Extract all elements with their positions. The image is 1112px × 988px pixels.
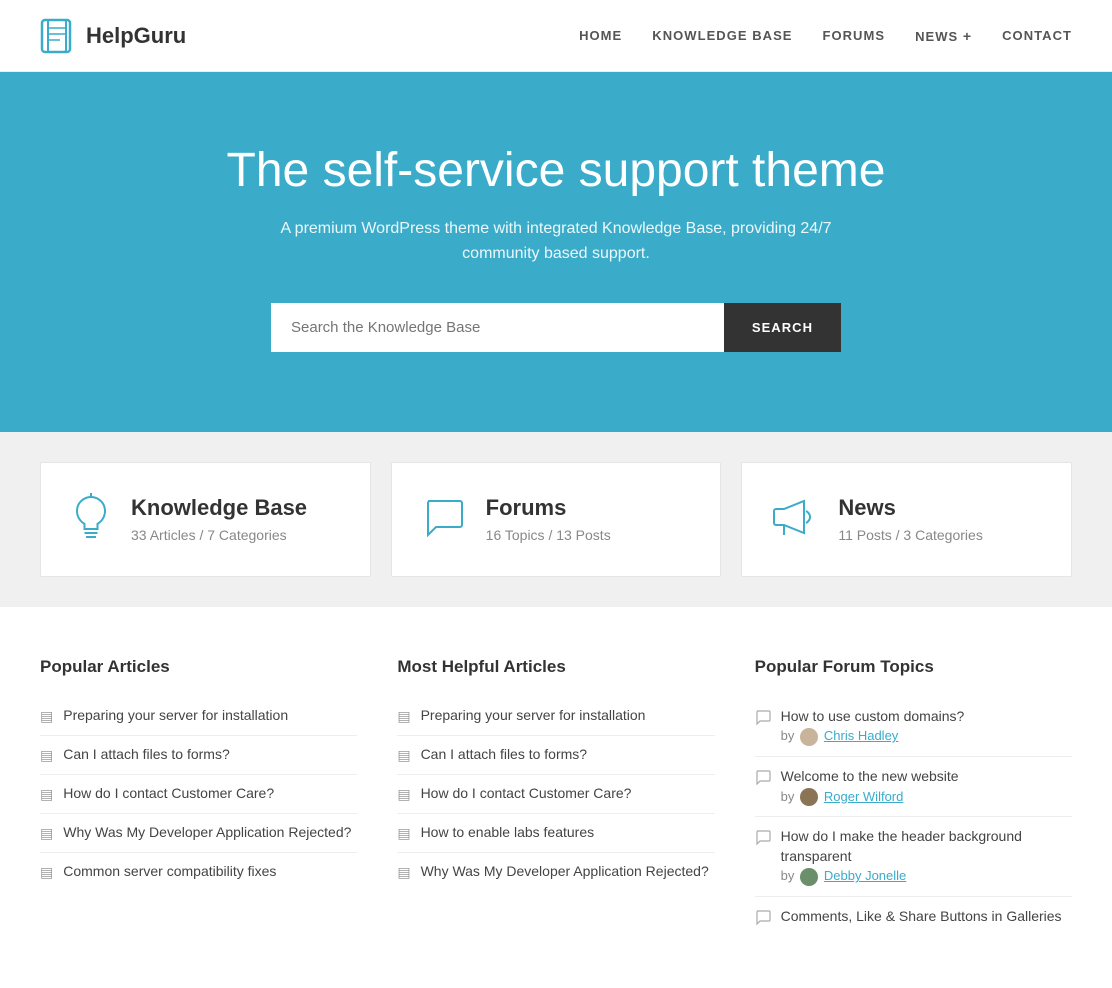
stat-title-knowledge: Knowledge Base <box>131 495 307 521</box>
nav-home[interactable]: HOME <box>579 28 622 43</box>
nav-news[interactable]: NEWS + <box>915 28 972 44</box>
popular-articles-list: ▤ Preparing your server for installation… <box>40 697 357 891</box>
list-item[interactable]: Welcome to the new website by Roger Wilf… <box>755 757 1072 817</box>
forum-topics-col: Popular Forum Topics How to use custom d… <box>755 657 1072 938</box>
list-item[interactable]: ▤ How do I contact Customer Care? <box>40 775 357 814</box>
chat-icon <box>755 829 771 848</box>
main-nav: HOME KNOWLEDGE BASE FORUMS NEWS + CONTAC… <box>579 28 1072 44</box>
doc-icon: ▤ <box>40 864 53 881</box>
chat-icon <box>755 909 771 928</box>
nav-news-label: NEWS <box>915 29 958 44</box>
doc-icon: ▤ <box>40 825 53 842</box>
stat-title-forums: Forums <box>486 495 611 521</box>
stat-card-forums[interactable]: Forums 16 Topics / 13 Posts <box>391 462 722 577</box>
stat-info-forums: Forums 16 Topics / 13 Posts <box>486 495 611 543</box>
forum-author-link[interactable]: Roger Wilford <box>824 789 903 804</box>
list-item[interactable]: ▤ Can I attach files to forms? <box>397 736 714 775</box>
stats-grid: Knowledge Base 33 Articles / 7 Categorie… <box>40 462 1072 577</box>
doc-icon: ▤ <box>397 825 410 842</box>
hero-section: The self-service support theme A premium… <box>0 72 1112 432</box>
doc-icon: ▤ <box>40 786 53 803</box>
list-item[interactable]: ▤ Why Was My Developer Application Rejec… <box>397 853 714 891</box>
list-item[interactable]: ▤ Preparing your server for installation <box>397 697 714 736</box>
list-item[interactable]: ▤ How do I contact Customer Care? <box>397 775 714 814</box>
helpful-articles-list: ▤ Preparing your server for installation… <box>397 697 714 891</box>
list-item[interactable]: ▤ Preparing your server for installation <box>40 697 357 736</box>
forum-topics-list: How to use custom domains? by Chris Hadl… <box>755 697 1072 938</box>
list-item[interactable]: ▤ How to enable labs features <box>397 814 714 853</box>
nav-knowledge-base[interactable]: KNOWLEDGE BASE <box>652 28 792 43</box>
list-item[interactable]: How to use custom domains? by Chris Hadl… <box>755 697 1072 757</box>
stat-info-knowledge: Knowledge Base 33 Articles / 7 Categorie… <box>131 495 307 543</box>
chat-icon <box>422 495 466 544</box>
avatar <box>800 788 818 806</box>
list-item[interactable]: How do I make the header background tran… <box>755 817 1072 897</box>
stat-sub-news: 11 Posts / 3 Categories <box>838 527 982 543</box>
popular-articles-heading: Popular Articles <box>40 657 357 677</box>
forum-topics-heading: Popular Forum Topics <box>755 657 1072 677</box>
nav-contact[interactable]: CONTACT <box>1002 28 1072 43</box>
helpful-articles-heading: Most Helpful Articles <box>397 657 714 677</box>
doc-icon: ▤ <box>397 786 410 803</box>
chat-icon <box>755 769 771 788</box>
doc-icon: ▤ <box>40 708 53 725</box>
megaphone-icon <box>772 497 818 542</box>
doc-icon: ▤ <box>397 708 410 725</box>
doc-icon: ▤ <box>40 747 53 764</box>
helpful-articles-col: Most Helpful Articles ▤ Preparing your s… <box>397 657 714 938</box>
header: HelpGuru HOME KNOWLEDGE BASE FORUMS NEWS… <box>0 0 1112 72</box>
content-grid: Popular Articles ▤ Preparing your server… <box>40 657 1072 938</box>
stat-sub-knowledge: 33 Articles / 7 Categories <box>131 527 307 543</box>
stat-card-knowledge[interactable]: Knowledge Base 33 Articles / 7 Categorie… <box>40 462 371 577</box>
list-item[interactable]: ▤ Why Was My Developer Application Rejec… <box>40 814 357 853</box>
hero-subtitle: A premium WordPress theme with integrate… <box>276 216 836 267</box>
logo-link[interactable]: HelpGuru <box>40 18 186 54</box>
list-item[interactable]: ▤ Common server compatibility fixes <box>40 853 357 891</box>
popular-articles-col: Popular Articles ▤ Preparing your server… <box>40 657 357 938</box>
hero-title: The self-service support theme <box>40 142 1072 200</box>
nav-news-plus: + <box>963 28 972 44</box>
list-item[interactable]: ▤ Can I attach files to forms? <box>40 736 357 775</box>
search-bar: SEARCH <box>271 303 841 352</box>
lightbulb-icon <box>71 493 111 546</box>
avatar <box>800 728 818 746</box>
forum-author-link[interactable]: Debby Jonelle <box>824 868 906 883</box>
stat-title-news: News <box>838 495 982 521</box>
avatar <box>800 868 818 886</box>
logo-text: HelpGuru <box>86 23 186 49</box>
logo-icon <box>40 18 76 54</box>
doc-icon: ▤ <box>397 864 410 881</box>
doc-icon: ▤ <box>397 747 410 764</box>
search-input[interactable] <box>271 303 724 352</box>
stat-sub-forums: 16 Topics / 13 Posts <box>486 527 611 543</box>
search-button[interactable]: SEARCH <box>724 303 841 352</box>
nav-forums[interactable]: FORUMS <box>823 28 886 43</box>
content-section: Popular Articles ▤ Preparing your server… <box>0 607 1112 988</box>
stat-card-news[interactable]: News 11 Posts / 3 Categories <box>741 462 1072 577</box>
stats-section: Knowledge Base 33 Articles / 7 Categorie… <box>0 432 1112 607</box>
list-item[interactable]: Comments, Like & Share Buttons in Galler… <box>755 897 1072 938</box>
chat-icon <box>755 709 771 728</box>
stat-info-news: News 11 Posts / 3 Categories <box>838 495 982 543</box>
forum-author-link[interactable]: Chris Hadley <box>824 728 898 743</box>
